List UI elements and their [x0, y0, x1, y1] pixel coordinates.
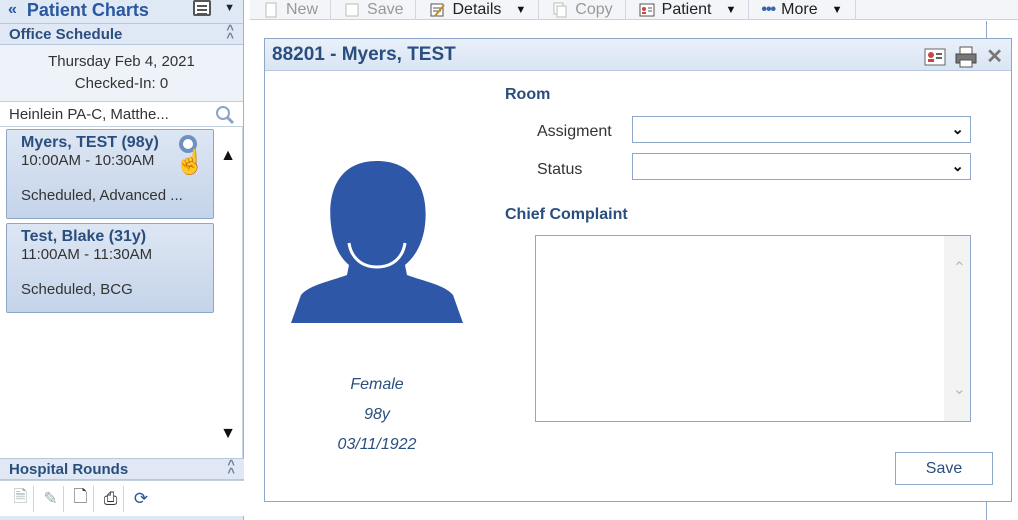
- appointment-card[interactable]: Myers, TEST (98y) 10:00AM - 10:30AM Sche…: [6, 129, 214, 219]
- refresh-icon[interactable]: ⟳: [132, 486, 154, 512]
- search-icon[interactable]: [215, 105, 235, 125]
- double-chevron-left-icon[interactable]: «: [8, 1, 17, 19]
- appointment-list: Myers, TEST (98y) 10:00AM - 10:30AM Sche…: [0, 127, 243, 463]
- more-button[interactable]: ••• More ▼: [749, 0, 856, 20]
- office-schedule-label: Office Schedule: [9, 25, 123, 43]
- print-icon[interactable]: [954, 46, 978, 68]
- assignment-select[interactable]: ⌄: [632, 116, 971, 143]
- scroll-down-icon[interactable]: ⌄: [953, 379, 966, 399]
- hospital-rounds-toolbar: 🗎 ✎ 🗋 ⎙ ⟳: [0, 480, 244, 516]
- new-document-icon[interactable]: 🗋: [72, 485, 94, 512]
- provider-selector[interactable]: Heinlein PA-C, Matthe...: [0, 101, 243, 127]
- dialog-titlebar: 88201 - Myers, TEST ✕: [265, 39, 1011, 71]
- save-button[interactable]: Save: [895, 452, 993, 485]
- copy-label: Copy: [575, 0, 613, 18]
- scroll-up-icon[interactable]: ▲: [220, 147, 236, 165]
- copy-icon: [553, 2, 567, 17]
- appointment-card[interactable]: Test, Blake (31y) 11:00AM - 11:30AM Sche…: [6, 223, 214, 313]
- hospital-rounds-label: Hospital Rounds: [9, 460, 129, 478]
- scroll-down-icon[interactable]: ▼: [220, 425, 236, 443]
- main-toolbar: New Save Details ▼ Copy Patient ▼ ••• Mo…: [250, 0, 1018, 20]
- hospital-rounds-bar[interactable]: Hospital Rounds ^ ^: [0, 458, 244, 480]
- chief-complaint-heading: Chief Complaint: [505, 206, 628, 223]
- room-heading: Room: [505, 86, 551, 103]
- save-toolbar-label: Save: [367, 0, 404, 18]
- patient-avatar: [291, 161, 463, 323]
- edit-pencil-icon[interactable]: ✎: [42, 485, 64, 512]
- checked-in-count: Checked-In: 0: [74, 75, 169, 92]
- hospital-rounds-section: Hospital Rounds ^ ^ 🗎 ✎ 🗋 ⎙ ⟳: [0, 458, 244, 516]
- details-button[interactable]: Details ▼: [416, 0, 540, 20]
- assignment-label: Assigment: [537, 123, 612, 140]
- patient-card-icon: [639, 3, 655, 16]
- dialog-actions: ✕: [924, 44, 1003, 69]
- patient-dob: 03/11/1922: [337, 436, 417, 453]
- status-label: Status: [537, 161, 583, 178]
- details-label: Details: [452, 0, 502, 18]
- close-icon[interactable]: ✕: [986, 44, 1003, 69]
- chevron-down-icon: ⌄: [951, 121, 964, 138]
- copy-button[interactable]: Copy: [539, 0, 626, 20]
- collapse-up-icon[interactable]: ^ ^: [227, 458, 235, 478]
- new-label: New: [286, 0, 319, 18]
- save-toolbar-button[interactable]: Save: [331, 0, 417, 20]
- provider-name: Heinlein PA-C, Matthe...: [9, 105, 169, 123]
- check-document-icon[interactable]: 🗎: [12, 485, 34, 512]
- left-panel: « Patient Charts ▼ Office Schedule ^ ^ Th…: [0, 0, 244, 520]
- appointment-status: Scheduled, Advanced ...: [21, 187, 183, 204]
- chief-complaint-textarea[interactable]: ⌃ ⌄: [535, 235, 971, 422]
- list-icon[interactable]: [193, 0, 211, 16]
- status-select[interactable]: ⌄: [632, 153, 971, 180]
- new-button[interactable]: New: [250, 0, 332, 20]
- print-icon[interactable]: ⎙: [102, 485, 124, 512]
- schedule-info: Thursday Feb 4, 2021 Checked-In: 0: [0, 45, 243, 101]
- patient-label: Patient: [661, 0, 712, 18]
- new-document-icon: [265, 2, 277, 17]
- collapse-up-icon[interactable]: ^ ^: [226, 23, 234, 43]
- more-dots-icon: •••: [761, 0, 776, 18]
- more-label: More: [781, 0, 818, 18]
- appointment-status: Scheduled, BCG: [21, 281, 133, 298]
- textarea-scrollbar[interactable]: ⌃ ⌄: [944, 236, 970, 421]
- patient-sex: Female: [350, 376, 404, 393]
- dropdown-arrow-icon[interactable]: ▼: [515, 4, 526, 16]
- dropdown-arrow-icon[interactable]: ▼: [224, 2, 235, 14]
- office-schedule-bar[interactable]: Office Schedule ^ ^: [0, 23, 243, 45]
- patient-dialog: 88201 - Myers, TEST ✕ Female 98y 03/11/1…: [264, 38, 1012, 502]
- dropdown-arrow-icon[interactable]: ▼: [832, 4, 843, 16]
- save-icon: [345, 3, 359, 16]
- dropdown-arrow-icon[interactable]: ▼: [725, 4, 736, 16]
- appointment-time: 11:00AM - 11:30AM: [21, 246, 153, 263]
- details-edit-icon: [430, 3, 446, 17]
- panel-title: Patient Charts: [26, 0, 149, 20]
- schedule-date: Thursday Feb 4, 2021: [48, 53, 195, 70]
- patient-age: 98y: [364, 406, 390, 423]
- patient-button[interactable]: Patient ▼: [626, 0, 750, 20]
- appointment-patient-name: Test, Blake (31y): [21, 228, 147, 245]
- patient-card-icon[interactable]: [924, 47, 946, 67]
- dialog-title: 88201 - Myers, TEST: [272, 43, 456, 65]
- scroll-up-icon[interactable]: ⌃: [953, 258, 966, 278]
- hand-cursor-icon: ☝: [175, 149, 205, 176]
- panel-header: « Patient Charts ▼: [0, 0, 243, 20]
- chevron-down-icon: ⌄: [951, 158, 964, 175]
